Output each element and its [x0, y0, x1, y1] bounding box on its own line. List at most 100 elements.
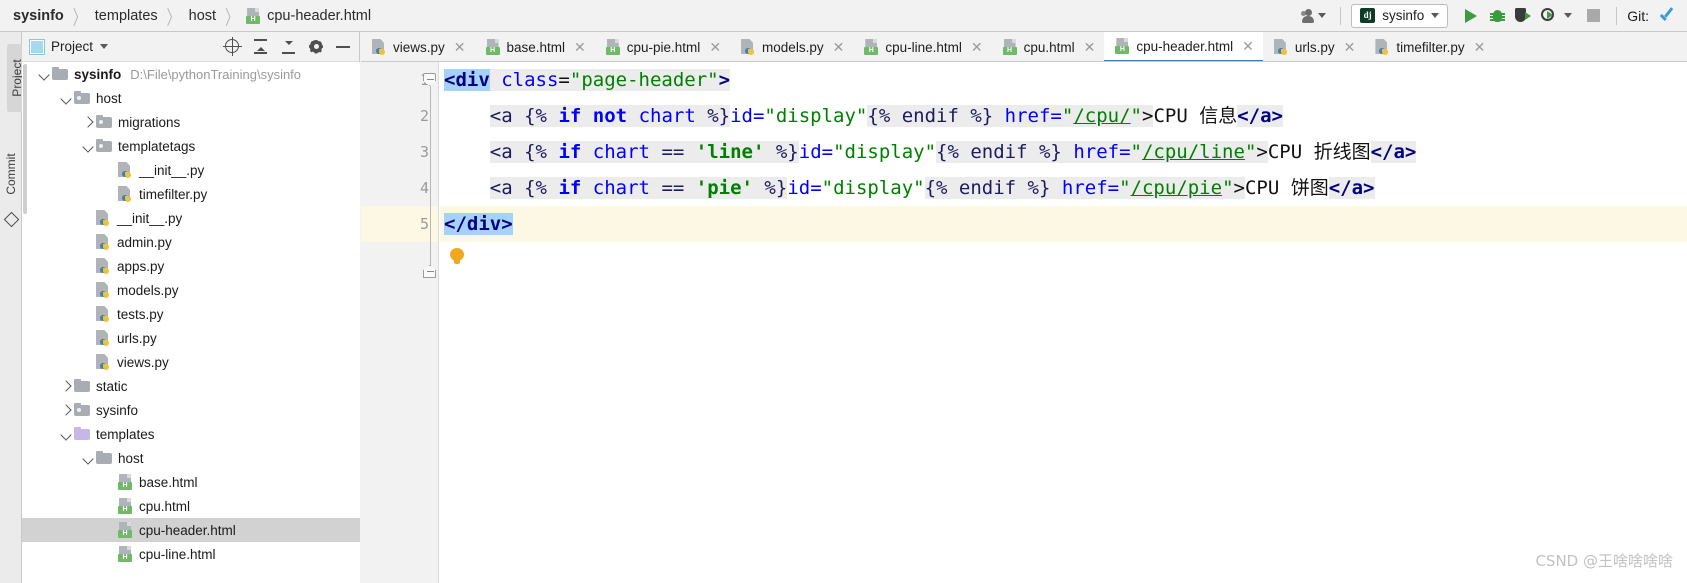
- close-icon[interactable]: ✕: [1084, 40, 1096, 54]
- profile-button[interactable]: [1536, 3, 1562, 29]
- chevron-down-icon[interactable]: [100, 44, 109, 49]
- git-update-project-icon[interactable]: [1659, 6, 1675, 24]
- code-line-4[interactable]: <a {% if chart == 'pie' %}id="display"{%…: [440, 170, 1687, 206]
- chevron-down-icon[interactable]: [58, 90, 74, 106]
- chevron-down-icon[interactable]: [36, 66, 52, 82]
- chevron-down-icon[interactable]: [1564, 13, 1573, 18]
- tree-item-sysinfo[interactable]: sysinfo: [22, 398, 360, 422]
- python-file-icon: [1375, 39, 1390, 55]
- chevron-down-icon[interactable]: [80, 138, 96, 154]
- close-icon[interactable]: ✕: [971, 40, 983, 54]
- chevron-right-icon[interactable]: [80, 114, 96, 130]
- code-line-2[interactable]: <a {% if not chart %}id="display"{% endi…: [440, 98, 1687, 134]
- tree-item--init-py[interactable]: __init__.py: [22, 206, 360, 230]
- tree-item-apps-py[interactable]: apps.py: [22, 254, 360, 278]
- editor-tab-cpu-html[interactable]: Hcpu.html ✕: [992, 32, 1105, 61]
- python-file-icon: [96, 234, 111, 250]
- user-account-button[interactable]: [1297, 7, 1330, 25]
- tree-item-urls-py[interactable]: urls.py: [22, 326, 360, 350]
- editor-tab-cpu-pie-html[interactable]: Hcpu-pie.html ✕: [595, 32, 730, 61]
- close-icon[interactable]: ✕: [1242, 39, 1254, 53]
- tree-item-cpu-line-html[interactable]: Hcpu-line.html: [22, 542, 360, 566]
- run-configuration-label: sysinfo: [1382, 8, 1425, 23]
- run-with-coverage-button[interactable]: [1510, 3, 1536, 29]
- python-file-icon: [96, 210, 111, 226]
- tree-item-cpu-html[interactable]: Hcpu.html: [22, 494, 360, 518]
- code-token-href-url[interactable]: /cpu/line: [1141, 141, 1245, 163]
- sidebar-item-commit[interactable]: Commit: [4, 146, 18, 202]
- editor-tab-urls-py[interactable]: urls.py ✕: [1263, 32, 1365, 61]
- tree-item-label: sysinfo: [74, 66, 122, 82]
- tree-item-admin-py[interactable]: admin.py: [22, 230, 360, 254]
- stop-button[interactable]: [1580, 3, 1606, 29]
- code-token-gt: >: [1141, 105, 1154, 127]
- close-icon[interactable]: ✕: [1344, 40, 1356, 54]
- breadcrumb-item-templates[interactable]: templates: [94, 8, 159, 24]
- python-file-icon: [741, 39, 756, 55]
- breadcrumb-separator-icon: 〉: [72, 5, 86, 29]
- close-icon[interactable]: ✕: [454, 40, 466, 54]
- run-button[interactable]: [1458, 3, 1484, 29]
- code-content[interactable]: <div class="page-header"> <a {% if not c…: [440, 62, 1687, 583]
- fold-region-start-icon[interactable]: [423, 73, 436, 86]
- editor-tab-models-py[interactable]: models.py ✕: [730, 32, 853, 61]
- tree-item-base-html[interactable]: Hbase.html: [22, 470, 360, 494]
- code-token-href-url[interactable]: /cpu/pie: [1130, 177, 1223, 199]
- hide-icon[interactable]: [335, 39, 351, 55]
- tree-item-sysinfo[interactable]: sysinfo D:\File\pythonTraining\sysinfo: [22, 62, 360, 86]
- expand-all-icon[interactable]: [252, 38, 269, 55]
- tree-item-views-py[interactable]: views.py: [22, 350, 360, 374]
- tree-item-cpu-header-html[interactable]: Hcpu-header.html: [22, 518, 360, 542]
- breadcrumb-item-project[interactable]: sysinfo: [12, 8, 65, 24]
- tree-scrollbar[interactable]: [23, 64, 27, 214]
- collapse-all-icon[interactable]: [280, 38, 297, 55]
- project-tree[interactable]: sysinfo D:\File\pythonTraining\sysinfo hos…: [22, 62, 360, 583]
- code-folding-column[interactable]: [423, 62, 439, 583]
- code-line-5[interactable]: </div>: [440, 206, 1687, 242]
- editor-tab-timefilter-py[interactable]: timefilter.py ✕: [1364, 32, 1494, 61]
- code-line-3[interactable]: <a {% if chart == 'line' %}id="display"{…: [440, 134, 1687, 170]
- tree-item--init-py[interactable]: __init__.py: [22, 158, 360, 182]
- code-editor[interactable]: 1 2 3 4 5 <div class="page-header"> <a {…: [361, 62, 1687, 583]
- tree-item-timefilter-py[interactable]: timefilter.py: [22, 182, 360, 206]
- chevron-down-icon[interactable]: [80, 450, 96, 466]
- tree-item-migrations[interactable]: migrations: [22, 110, 360, 134]
- structure-diamond-icon[interactable]: [3, 211, 20, 228]
- editor-tab-views-py[interactable]: views.py ✕: [361, 32, 475, 61]
- editor-tab-cpu-header-html[interactable]: Hcpu-header.html ✕: [1104, 32, 1263, 61]
- breadcrumb-item-host[interactable]: host: [188, 8, 217, 24]
- tree-item-host[interactable]: host: [22, 86, 360, 110]
- tree-item-host[interactable]: host: [22, 446, 360, 470]
- project-view-selector[interactable]: Project: [29, 38, 224, 55]
- chevron-down-icon[interactable]: [58, 426, 74, 442]
- tree-item-models-py[interactable]: models.py: [22, 278, 360, 302]
- python-file-icon: [96, 282, 111, 298]
- gear-icon[interactable]: [308, 39, 324, 55]
- pycharm-window: sysinfo 〉 templates 〉 host 〉 H cpu-heade…: [0, 0, 1687, 583]
- locate-icon[interactable]: [223, 37, 242, 56]
- code-token-gt: >: [1256, 141, 1268, 163]
- breadcrumb-item-file[interactable]: H cpu-header.html: [246, 7, 372, 24]
- close-icon[interactable]: ✕: [833, 40, 845, 54]
- chevron-right-icon[interactable]: [58, 402, 74, 418]
- editor-tab-base-html[interactable]: Hbase.html ✕: [475, 32, 595, 61]
- html-file-icon: H: [864, 39, 879, 55]
- chevron-right-icon[interactable]: [58, 378, 74, 394]
- fold-region-end-icon[interactable]: [423, 265, 436, 278]
- debug-button[interactable]: [1484, 3, 1510, 29]
- close-icon[interactable]: ✕: [574, 40, 586, 54]
- code-token-href-url[interactable]: /cpu/: [1073, 105, 1131, 127]
- html-file-icon: H: [118, 546, 133, 562]
- close-icon[interactable]: ✕: [709, 40, 721, 54]
- tree-item-static[interactable]: static: [22, 374, 360, 398]
- editor-scrollbar[interactable]: [1677, 62, 1687, 583]
- run-profile-icon: [1541, 8, 1557, 23]
- code-line-1[interactable]: <div class="page-header">: [440, 62, 1687, 98]
- tree-item-templates[interactable]: templates: [22, 422, 360, 446]
- tree-item-templatetags[interactable]: templatetags: [22, 134, 360, 158]
- editor-tab-label: views.py: [393, 39, 445, 55]
- tree-item-tests-py[interactable]: tests.py: [22, 302, 360, 326]
- editor-tab-cpu-line-html[interactable]: Hcpu-line.html ✕: [853, 32, 991, 61]
- close-icon[interactable]: ✕: [1474, 40, 1486, 54]
- run-configuration-selector[interactable]: dj sysinfo: [1351, 3, 1449, 28]
